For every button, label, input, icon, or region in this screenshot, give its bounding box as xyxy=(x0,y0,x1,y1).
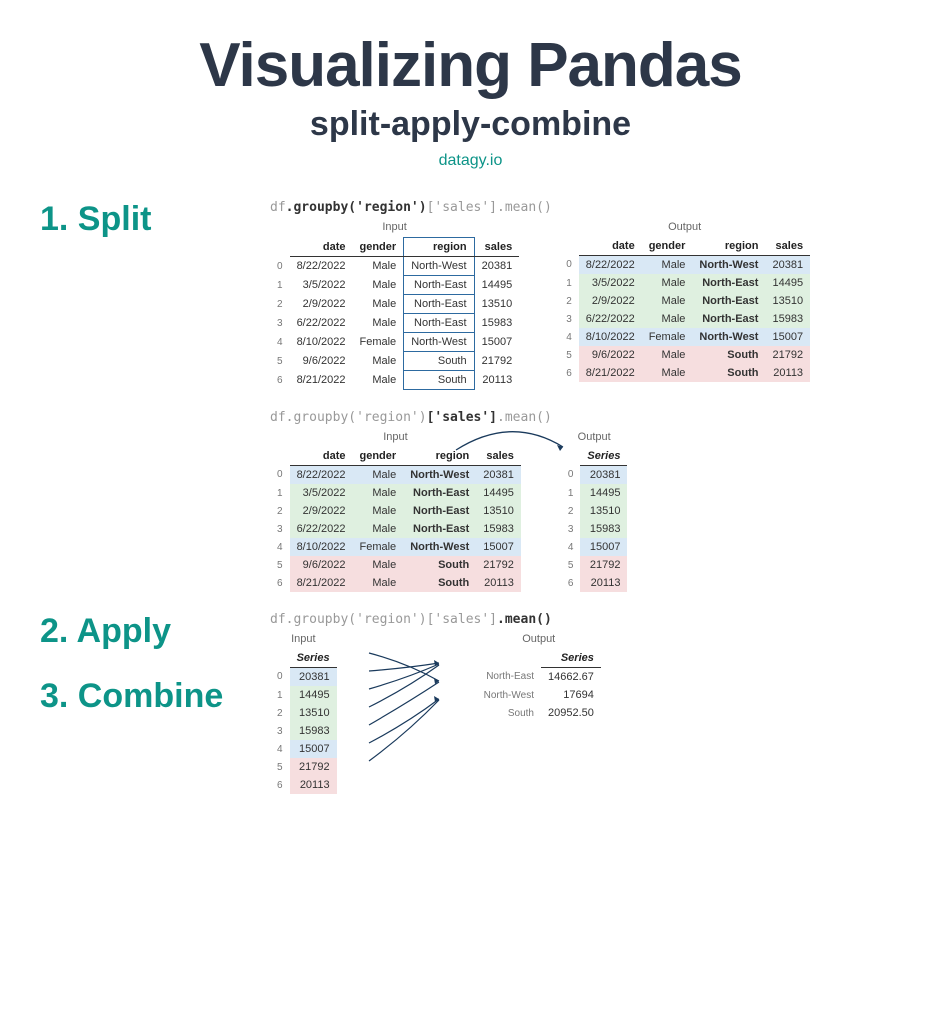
col-region-boxed: region xyxy=(404,238,474,257)
col-gender: gender xyxy=(353,238,404,257)
split-output-table: date gender region sales 08/22/2022MaleN… xyxy=(559,237,810,382)
output-label-3: Output xyxy=(477,633,601,645)
table-row: 415007 xyxy=(561,538,628,556)
table-row: North-West17694 xyxy=(477,686,601,704)
table-row: 48/10/2022FemaleNorth-West15007 xyxy=(559,328,810,346)
table-row: 22/9/2022MaleNorth-East13510 xyxy=(559,292,810,310)
step-combine-label: 3. Combine xyxy=(40,677,240,716)
sales-output-table: Series 020381114495213510315983415007521… xyxy=(561,447,628,592)
table-row: 48/10/2022FemaleNorth-West15007 xyxy=(270,538,521,556)
table-row: 22/9/2022MaleNorth-East13510 xyxy=(270,295,519,314)
table-row: 620113 xyxy=(270,776,337,794)
combine-arrows-icon xyxy=(367,633,447,783)
table-row: 13/5/2022MaleNorth-East14495 xyxy=(270,276,519,295)
table-row: 68/21/2022MaleSouth20113 xyxy=(559,364,810,382)
table-row: 213510 xyxy=(561,502,628,520)
table-row: 315983 xyxy=(561,520,628,538)
section-select-sales: df.groupby('region')['sales'].mean() Inp… xyxy=(40,410,901,592)
curve-arrow-icon xyxy=(451,425,571,465)
combine-input-table: Series 020381114495213510315983415007521… xyxy=(270,649,337,794)
split-input-table: date gender region sales 08/22/2022MaleN… xyxy=(270,237,519,390)
col-date: date xyxy=(290,238,353,257)
step-apply-label: 2. Apply xyxy=(40,612,240,651)
step-split-label: 1. Split xyxy=(40,200,240,239)
table-row: 521792 xyxy=(270,758,337,776)
table-row: 68/21/2022MaleSouth20113 xyxy=(270,574,521,592)
code-mean: df.groupby('region')['sales'].mean() xyxy=(270,612,901,627)
table-row: 020381 xyxy=(561,466,628,485)
table-row: 114495 xyxy=(561,484,628,502)
table-row: 59/6/2022MaleSouth21792 xyxy=(270,352,519,371)
table-row: 48/10/2022FemaleNorth-West15007 xyxy=(270,333,519,352)
table-row: 08/22/2022MaleNorth-West20381 xyxy=(270,257,519,276)
table-row: 59/6/2022MaleSouth21792 xyxy=(559,346,810,364)
site-link: datagy.io xyxy=(40,152,901,170)
code-select-sales: df.groupby('region')['sales'].mean() xyxy=(270,410,901,425)
section-apply-combine: 2. Apply 3. Combine df.groupby('region')… xyxy=(40,612,901,794)
page-title: Visualizing Pandas xyxy=(40,30,901,101)
table-row: 13/5/2022MaleNorth-East14495 xyxy=(559,274,810,292)
table-row: 22/9/2022MaleNorth-East13510 xyxy=(270,502,521,520)
table-row: South20952.50 xyxy=(477,704,601,722)
sales-input-table: date gender region sales 08/22/2022MaleN… xyxy=(270,447,521,592)
table-row: 68/21/2022MaleSouth20113 xyxy=(270,371,519,390)
page-subtitle: split-apply-combine xyxy=(40,105,901,144)
table-row: 36/22/2022MaleNorth-East15983 xyxy=(559,310,810,328)
table-row: North-East14662.67 xyxy=(477,668,601,687)
table-row: 13/5/2022MaleNorth-East14495 xyxy=(270,484,521,502)
table-row: 213510 xyxy=(270,704,337,722)
table-row: 114495 xyxy=(270,686,337,704)
table-row: 020381 xyxy=(270,668,337,687)
output-label: Output xyxy=(559,221,810,233)
code-split: df.groupby('region')['sales'].mean() xyxy=(270,200,901,215)
table-row: 521792 xyxy=(561,556,628,574)
table-row: 59/6/2022MaleSouth21792 xyxy=(270,556,521,574)
combine-output-table: Series North-East14662.67North-West17694… xyxy=(477,649,601,722)
input-label: Input xyxy=(270,221,519,233)
table-row: 36/22/2022MaleNorth-East15983 xyxy=(270,520,521,538)
table-row: 08/22/2022MaleNorth-West20381 xyxy=(270,466,521,485)
section-split: 1. Split df.groupby('region')['sales'].m… xyxy=(40,200,901,390)
col-sales: sales xyxy=(474,238,519,257)
table-row: 08/22/2022MaleNorth-West20381 xyxy=(559,256,810,275)
table-row: 415007 xyxy=(270,740,337,758)
input-label-3: Input xyxy=(270,633,337,645)
table-row: 620113 xyxy=(561,574,628,592)
table-row: 36/22/2022MaleNorth-East15983 xyxy=(270,314,519,333)
table-row: 315983 xyxy=(270,722,337,740)
